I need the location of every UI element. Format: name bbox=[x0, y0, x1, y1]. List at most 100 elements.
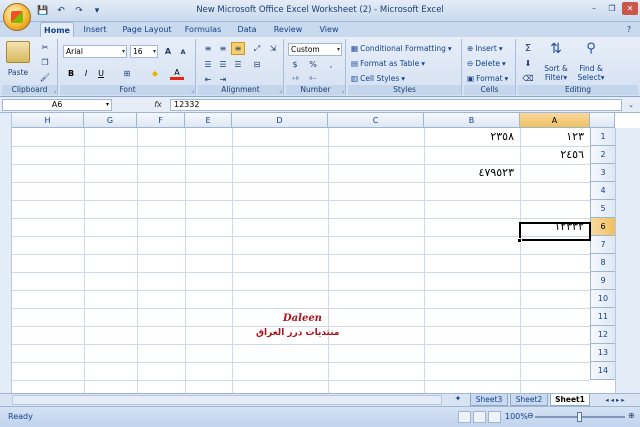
cell-a1[interactable]: ١٢٣ bbox=[520, 128, 590, 146]
office-button[interactable] bbox=[3, 3, 31, 31]
column-header-b[interactable]: B bbox=[424, 113, 520, 128]
merge-center-icon[interactable]: ⊟ bbox=[250, 58, 264, 71]
orientation-icon[interactable]: ⤢ bbox=[250, 42, 264, 55]
page-break-view-icon[interactable] bbox=[488, 411, 501, 423]
fill-handle[interactable] bbox=[517, 238, 522, 243]
currency-icon[interactable]: $ bbox=[288, 58, 302, 71]
cell-styles-button[interactable]: ▥ Cell Styles ▾ bbox=[351, 72, 405, 85]
cell-b1[interactable]: ٢٣٥٨ bbox=[424, 128, 520, 146]
vertical-scrollbar[interactable] bbox=[615, 128, 640, 393]
font-size-select[interactable]: 16 ▾ bbox=[130, 45, 158, 58]
sheet-tab-3[interactable]: Sheet3 bbox=[470, 394, 508, 406]
column-header-c[interactable]: C bbox=[328, 113, 424, 128]
column-header-f[interactable]: F bbox=[137, 113, 185, 128]
sort-filter-icon[interactable]: ⇅ bbox=[545, 41, 567, 61]
row-header-5[interactable]: 5 bbox=[590, 200, 615, 218]
row-header-1[interactable]: 1 bbox=[590, 128, 615, 146]
align-right-icon[interactable]: ☰ bbox=[231, 58, 245, 71]
align-bottom-icon[interactable]: ≡ bbox=[231, 42, 245, 55]
autosum-button[interactable]: Σ bbox=[521, 42, 535, 55]
horizontal-scrollbar[interactable] bbox=[12, 395, 442, 405]
align-middle-icon[interactable]: ≡ bbox=[216, 42, 230, 55]
sheet-tab-1[interactable]: Sheet1 bbox=[550, 394, 590, 406]
sheet-tab-2[interactable]: Sheet2 bbox=[510, 394, 548, 406]
tab-home[interactable]: Home bbox=[40, 22, 74, 37]
row-header-6[interactable]: 6 bbox=[590, 218, 615, 236]
insert-function-button[interactable]: fx bbox=[150, 98, 166, 111]
row-header-14[interactable]: 14 bbox=[590, 362, 615, 380]
help-icon[interactable]: ? bbox=[622, 22, 636, 37]
format-cells-button[interactable]: ▣ Format ▾ bbox=[467, 72, 508, 85]
column-header-e[interactable]: E bbox=[185, 113, 232, 128]
font-name-select[interactable]: Arial ▾ bbox=[63, 45, 127, 58]
column-header-h[interactable]: H bbox=[12, 113, 84, 128]
column-header-g[interactable]: G bbox=[84, 113, 137, 128]
number-format-select[interactable]: Custom ▾ bbox=[288, 43, 342, 56]
binoculars-icon[interactable]: ⚲ bbox=[580, 41, 602, 61]
tab-insert[interactable]: Insert bbox=[78, 22, 112, 37]
italic-button[interactable]: I bbox=[79, 67, 93, 80]
alignment-launcher-icon[interactable]: ⌟ bbox=[279, 87, 282, 94]
zoom-level[interactable]: 100% bbox=[505, 412, 528, 421]
row-header-12[interactable]: 12 bbox=[590, 326, 615, 344]
insert-sheet-icon[interactable]: ✦ bbox=[448, 394, 468, 406]
tab-page-layout[interactable]: Page Layout bbox=[118, 22, 176, 37]
bold-button[interactable]: B bbox=[64, 67, 78, 80]
row-header-11[interactable]: 11 bbox=[590, 308, 615, 326]
row-header-10[interactable]: 10 bbox=[590, 290, 615, 308]
align-left-icon[interactable]: ☰ bbox=[201, 58, 215, 71]
cell-a2[interactable]: ٢٤٥٦ bbox=[520, 146, 590, 164]
redo-icon[interactable]: ↷ bbox=[72, 4, 86, 18]
insert-cells-button[interactable]: ⊕ Insert ▾ bbox=[467, 42, 503, 55]
sort-filter-button[interactable]: Sort & Filter▾ bbox=[540, 64, 572, 82]
clear-icon[interactable]: ⌫ bbox=[521, 72, 535, 85]
percent-button[interactable]: % bbox=[306, 58, 320, 71]
conditional-formatting-button[interactable]: ▦ Conditional Formatting ▾ bbox=[351, 42, 452, 55]
worksheet-grid[interactable]: H G F E D C B A 1 2 3 4 5 6 7 8 9 10 11 … bbox=[0, 113, 640, 393]
customize-qat-icon[interactable]: ▾ bbox=[90, 4, 104, 18]
zoom-out-icon[interactable]: ⊖ bbox=[527, 411, 534, 420]
fill-color-icon[interactable]: ◆ bbox=[148, 67, 162, 80]
row-header-13[interactable]: 13 bbox=[590, 344, 615, 362]
row-header-8[interactable]: 8 bbox=[590, 254, 615, 272]
normal-view-icon[interactable] bbox=[458, 411, 471, 423]
save-icon[interactable]: 💾 bbox=[36, 4, 50, 18]
row-header-9[interactable]: 9 bbox=[590, 272, 615, 290]
font-color-button[interactable]: A bbox=[170, 67, 184, 80]
wrap-text-icon[interactable]: ⇲ bbox=[266, 42, 280, 55]
row-header-7[interactable]: 7 bbox=[590, 236, 615, 254]
row-header-3[interactable]: 3 bbox=[590, 164, 615, 182]
format-painter-icon[interactable]: 🖌 bbox=[38, 71, 52, 84]
shrink-font-button[interactable]: A bbox=[176, 45, 190, 58]
underline-button[interactable]: U bbox=[94, 67, 108, 80]
expand-formula-bar-icon[interactable]: ⌄ bbox=[625, 99, 637, 111]
paste-button[interactable]: Paste bbox=[4, 66, 32, 79]
font-launcher-icon[interactable]: ⌟ bbox=[191, 87, 194, 94]
grow-font-button[interactable]: A bbox=[161, 45, 175, 58]
restore-button[interactable]: ❐ bbox=[604, 2, 620, 15]
number-launcher-icon[interactable]: ⌟ bbox=[341, 87, 344, 94]
row-header-4[interactable]: 4 bbox=[590, 182, 615, 200]
find-select-button[interactable]: Find & Select▾ bbox=[574, 64, 608, 82]
copy-icon[interactable]: ❐ bbox=[38, 56, 52, 69]
column-header-d[interactable]: D bbox=[232, 113, 328, 128]
select-all-corner[interactable] bbox=[590, 113, 615, 128]
column-header-a[interactable]: A bbox=[520, 113, 590, 128]
format-as-table-button[interactable]: ▤ Format as Table ▾ bbox=[351, 57, 425, 70]
tab-view[interactable]: View bbox=[314, 22, 344, 37]
zoom-slider-thumb[interactable] bbox=[577, 412, 582, 422]
delete-cells-button[interactable]: ⊖ Delete ▾ bbox=[467, 57, 506, 70]
clipboard-launcher-icon[interactable]: ⌟ bbox=[53, 87, 56, 94]
zoom-in-icon[interactable]: ⊕ bbox=[628, 411, 635, 420]
undo-icon[interactable]: ↶ bbox=[54, 4, 68, 18]
sheet-nav-arrows[interactable]: ◂ ◂ ▸ ▸ bbox=[592, 394, 638, 406]
cell-b3[interactable]: ٤٧٩٥٢٣ bbox=[424, 164, 520, 182]
fill-icon[interactable]: ⬇ bbox=[521, 57, 535, 70]
cut-icon[interactable]: ✂ bbox=[38, 41, 52, 54]
row-header-2[interactable]: 2 bbox=[590, 146, 615, 164]
tab-review[interactable]: Review bbox=[268, 22, 308, 37]
align-top-icon[interactable]: ≡ bbox=[201, 42, 215, 55]
name-box[interactable]: A6 ▾ bbox=[2, 99, 112, 111]
minimize-button[interactable]: – bbox=[586, 2, 602, 15]
tab-data[interactable]: Data bbox=[232, 22, 262, 37]
